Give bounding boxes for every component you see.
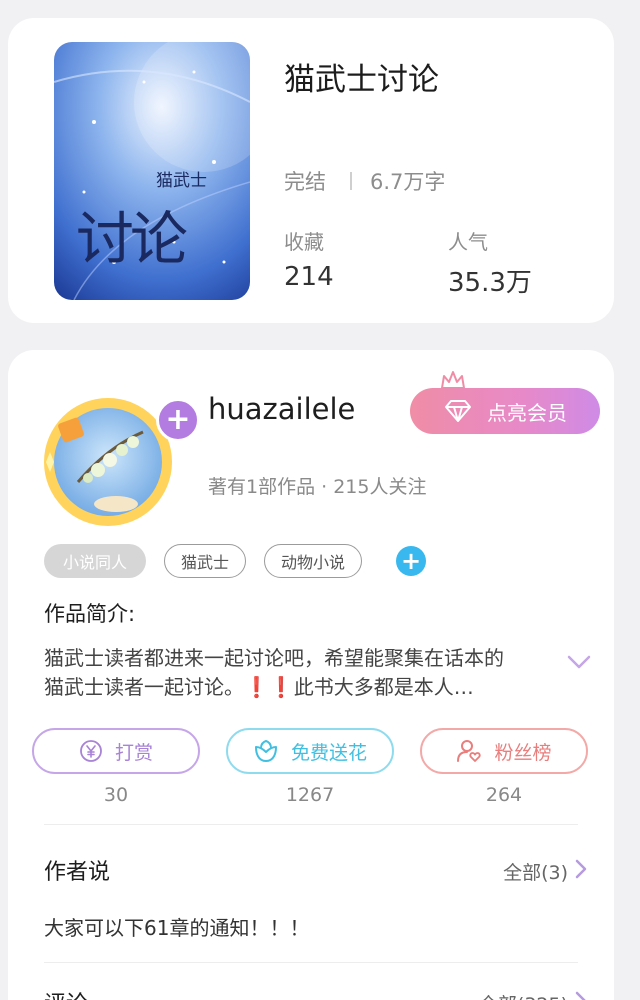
send-flower-label: 免费送花 bbox=[290, 741, 367, 764]
tag-label: 小说同人 bbox=[62, 553, 127, 572]
author-says-text[interactable]: 大家可以下61章的通知！！！ bbox=[44, 912, 309, 941]
book-title: 猫武士讨论 bbox=[284, 62, 439, 98]
follow-add-button[interactable]: + bbox=[156, 398, 200, 442]
chevron-right-icon[interactable] bbox=[574, 858, 588, 880]
author-meta: 著有1部作品 · 215人关注 bbox=[208, 476, 427, 498]
tag-warriors[interactable]: 猫武士 bbox=[164, 544, 246, 578]
intro-label: 作品简介: bbox=[44, 602, 136, 626]
fans-count: 264 bbox=[485, 784, 523, 806]
avatar-image bbox=[44, 398, 172, 526]
tag-label: 动物小说 bbox=[280, 553, 345, 572]
author-says-all-link[interactable]: 全部(3) bbox=[503, 858, 568, 885]
yen-coin-icon bbox=[80, 740, 102, 762]
cover-title-large: 讨论 bbox=[76, 205, 188, 273]
comments-label: 评论 bbox=[44, 986, 88, 1000]
fan-ranking-label: 粉丝榜 bbox=[494, 741, 552, 764]
favorites-label: 收藏 bbox=[284, 230, 324, 254]
popularity-value: 35.3万 bbox=[448, 268, 532, 298]
divider bbox=[44, 824, 578, 825]
author-card: + huazailele 著有1部作品 · 215人关注 点亮会员 小说同人 猫… bbox=[8, 350, 614, 1000]
divider bbox=[44, 962, 578, 963]
author-says-label: 作者说 bbox=[44, 860, 111, 885]
user-heart-icon bbox=[457, 740, 482, 762]
avatar[interactable] bbox=[38, 392, 174, 528]
intro-text[interactable]: 猫武士读者都进来一起讨论吧，希望能聚集在话本的猫武士读者一起讨论。❗❗此书大多都… bbox=[44, 644, 514, 702]
author-username[interactable]: huazailele bbox=[208, 392, 355, 426]
add-tag-button[interactable]: + bbox=[396, 546, 426, 576]
book-cover[interactable]: 猫武士 讨论 bbox=[54, 42, 250, 300]
flower-count: 1267 bbox=[285, 784, 335, 806]
book-info-card: 猫武士 讨论 猫武士讨论 完结 6.7万字 收藏 214 人气 35.3万 bbox=[8, 18, 614, 323]
status-divider bbox=[350, 172, 352, 190]
reward-button[interactable]: 打赏 bbox=[32, 728, 200, 774]
tag-label: 猫武士 bbox=[180, 553, 229, 572]
flower-icon bbox=[254, 739, 277, 762]
chevron-down-icon[interactable] bbox=[566, 654, 592, 670]
popularity-label: 人气 bbox=[448, 230, 488, 254]
vip-label: 点亮会员 bbox=[487, 400, 567, 425]
vip-button[interactable]: 点亮会员 bbox=[410, 388, 600, 434]
send-flower-button[interactable]: 免费送花 bbox=[226, 728, 394, 774]
fan-ranking-button[interactable]: 粉丝榜 bbox=[420, 728, 588, 774]
word-count: 6.7万字 bbox=[370, 170, 446, 194]
chevron-right-icon[interactable] bbox=[574, 990, 588, 1000]
cover-title-small: 猫武士 bbox=[156, 171, 207, 191]
favorites-value: 214 bbox=[284, 262, 334, 292]
tag-animal-novel[interactable]: 动物小说 bbox=[264, 544, 362, 578]
comments-all-link[interactable]: 全部(325) bbox=[479, 990, 568, 1000]
diamond-icon bbox=[445, 400, 471, 422]
tag-fanfic[interactable]: 小说同人 bbox=[44, 544, 146, 578]
crown-icon bbox=[441, 371, 465, 389]
reward-label: 打赏 bbox=[114, 741, 153, 764]
book-status: 完结 bbox=[284, 170, 326, 194]
reward-count: 30 bbox=[103, 784, 129, 806]
